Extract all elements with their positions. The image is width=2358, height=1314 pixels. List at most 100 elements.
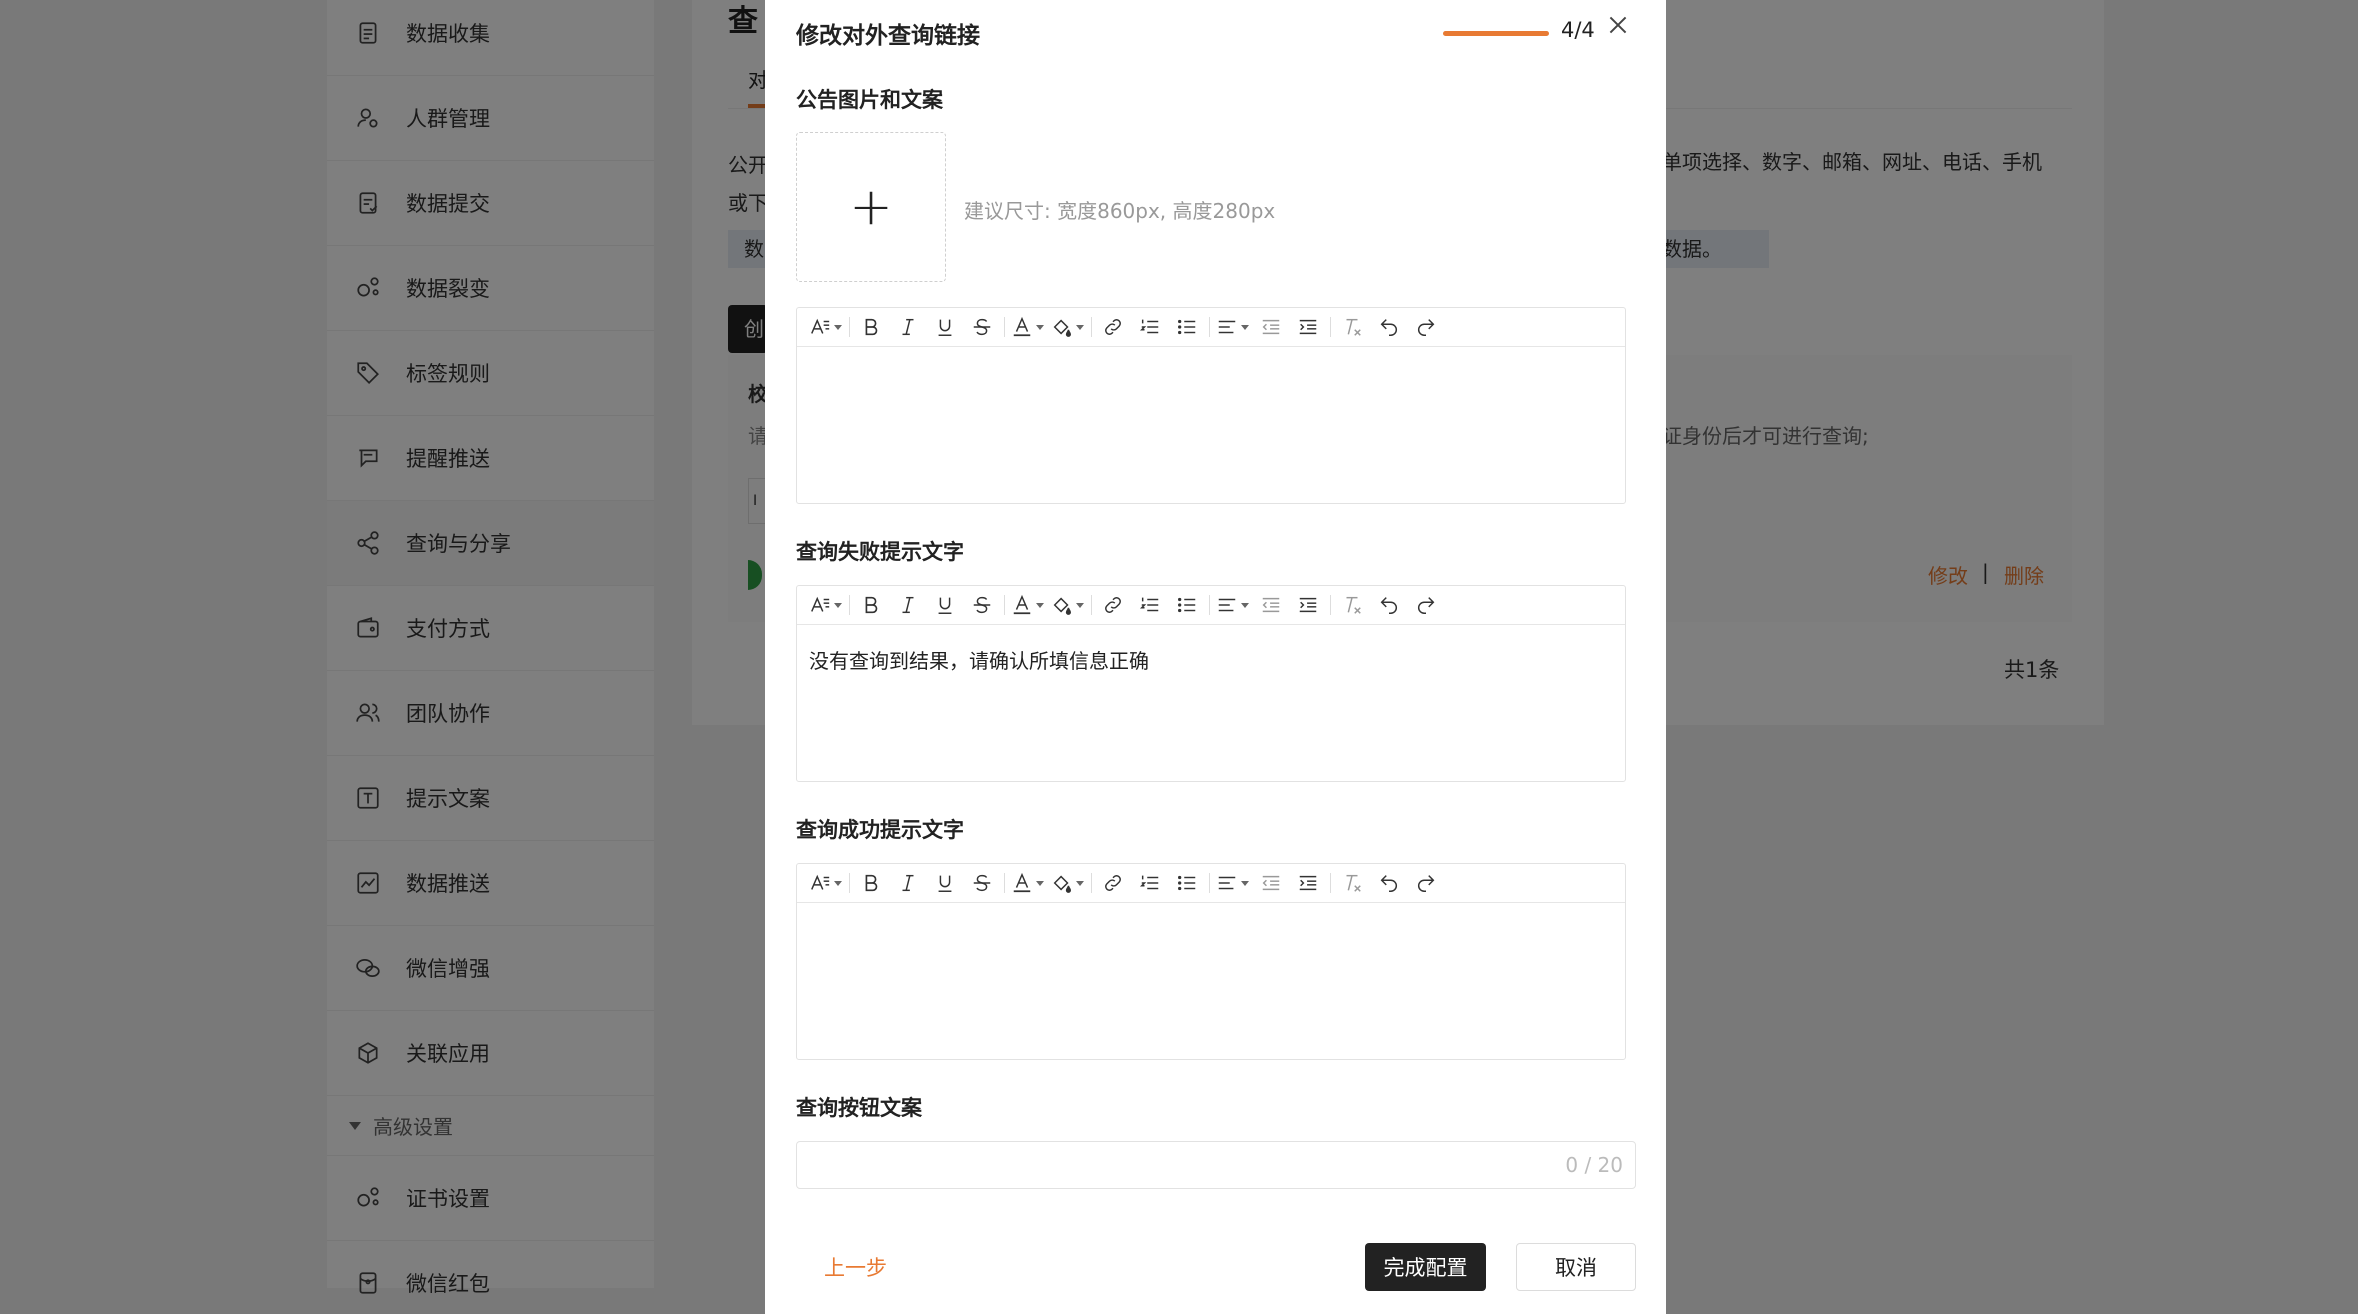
outdent-icon <box>1262 319 1280 335</box>
italic-icon <box>902 874 914 892</box>
bold-button[interactable] <box>856 590 886 620</box>
success-text-editor-body[interactable] <box>797 903 1625 1059</box>
strikethrough-button[interactable] <box>967 312 997 342</box>
indent-button[interactable] <box>1293 312 1323 342</box>
ordered-list-button[interactable] <box>1135 590 1165 620</box>
indent-button[interactable] <box>1293 868 1323 898</box>
italic-button[interactable] <box>893 590 923 620</box>
redo-button[interactable] <box>1411 868 1441 898</box>
ordered-list-icon <box>1139 319 1159 334</box>
bold-icon <box>865 596 878 614</box>
redo-button[interactable] <box>1411 312 1441 342</box>
dropdown-caret-icon <box>1036 880 1044 886</box>
dropdown-caret-icon <box>834 602 842 608</box>
section-button-label: 查询按钮文案 <box>796 1096 922 1120</box>
image-upload[interactable]: + <box>796 132 946 282</box>
cancel-button[interactable]: 取消 <box>1516 1243 1636 1291</box>
strikethrough-button[interactable] <box>967 590 997 620</box>
undo-button[interactable] <box>1374 590 1404 620</box>
toolbar-separator <box>1330 595 1331 615</box>
finish-config-button[interactable]: 完成配置 <box>1365 1243 1486 1291</box>
indent-icon <box>1299 597 1317 613</box>
align-left-icon <box>1218 320 1236 334</box>
button-text-input[interactable]: 0 / 20 <box>796 1141 1636 1189</box>
outdent-button[interactable] <box>1256 868 1286 898</box>
align-button[interactable] <box>1216 312 1249 342</box>
outdent-button[interactable] <box>1256 312 1286 342</box>
align-button[interactable] <box>1216 868 1249 898</box>
bold-button[interactable] <box>856 312 886 342</box>
align-button[interactable] <box>1216 590 1249 620</box>
dropdown-caret-icon <box>1076 602 1084 608</box>
strikethrough-button[interactable] <box>967 868 997 898</box>
bullet-list-button[interactable] <box>1172 868 1202 898</box>
font-size-button[interactable] <box>809 590 842 620</box>
announcement-editor <box>796 307 1626 504</box>
background-color-button[interactable] <box>1051 590 1084 620</box>
indent-button[interactable] <box>1293 590 1323 620</box>
editor-toolbar <box>797 308 1625 347</box>
fail-text-editor: 没有查询到结果，请确认所填信息正确 <box>796 585 1626 782</box>
bold-icon <box>865 874 878 892</box>
link-button[interactable] <box>1098 312 1128 342</box>
toolbar-separator <box>1209 873 1210 893</box>
clear-format-button[interactable] <box>1337 868 1367 898</box>
clear-format-button[interactable] <box>1337 312 1367 342</box>
indent-icon <box>1299 875 1317 891</box>
bullet-list-button[interactable] <box>1172 312 1202 342</box>
font-color-button[interactable] <box>1011 868 1044 898</box>
announcement-editor-body[interactable] <box>797 347 1625 503</box>
bullet-list-button[interactable] <box>1172 590 1202 620</box>
undo-button[interactable] <box>1374 312 1404 342</box>
bullet-list-icon <box>1178 597 1196 613</box>
section-announcement-label: 公告图片和文案 <box>796 88 943 112</box>
clear-format-icon <box>1346 318 1361 336</box>
fail-text-editor-body[interactable]: 没有查询到结果，请确认所填信息正确 <box>797 625 1625 781</box>
link-button[interactable] <box>1098 590 1128 620</box>
underline-icon <box>938 319 952 336</box>
background-color-button[interactable] <box>1051 312 1084 342</box>
undo-button[interactable] <box>1374 868 1404 898</box>
clear-format-icon <box>1346 874 1361 892</box>
background-color-button[interactable] <box>1051 868 1084 898</box>
toolbar-separator <box>1330 873 1331 893</box>
outdent-icon <box>1262 597 1280 613</box>
underline-button[interactable] <box>930 868 960 898</box>
ordered-list-button[interactable] <box>1135 312 1165 342</box>
strikethrough-icon <box>973 318 991 336</box>
outdent-icon <box>1262 875 1280 891</box>
undo-icon <box>1380 597 1397 614</box>
close-button[interactable] <box>1605 12 1631 38</box>
dropdown-caret-icon <box>1241 602 1249 608</box>
align-left-icon <box>1218 876 1236 890</box>
paint-bucket-icon <box>1053 319 1071 337</box>
toolbar-separator <box>849 317 850 337</box>
font-color-button[interactable] <box>1011 590 1044 620</box>
italic-button[interactable] <box>893 868 923 898</box>
font-color-icon <box>1013 316 1031 337</box>
ordered-list-button[interactable] <box>1135 868 1165 898</box>
prev-step-button[interactable]: 上一步 <box>824 1252 887 1282</box>
redo-button[interactable] <box>1411 590 1441 620</box>
italic-icon <box>902 596 914 614</box>
outdent-button[interactable] <box>1256 590 1286 620</box>
underline-icon <box>938 875 952 892</box>
strikethrough-icon <box>973 874 991 892</box>
toolbar-separator <box>1330 317 1331 337</box>
undo-icon <box>1380 319 1397 336</box>
indent-icon <box>1299 319 1317 335</box>
underline-icon <box>938 597 952 614</box>
toolbar-separator <box>1004 873 1005 893</box>
underline-button[interactable] <box>930 312 960 342</box>
italic-button[interactable] <box>893 312 923 342</box>
font-color-button[interactable] <box>1011 312 1044 342</box>
dropdown-caret-icon <box>1036 324 1044 330</box>
dropdown-caret-icon <box>1036 602 1044 608</box>
bold-button[interactable] <box>856 868 886 898</box>
clear-format-button[interactable] <box>1337 590 1367 620</box>
link-button[interactable] <box>1098 868 1128 898</box>
font-size-button[interactable] <box>809 312 842 342</box>
underline-button[interactable] <box>930 590 960 620</box>
font-color-icon <box>1013 594 1031 615</box>
font-size-button[interactable] <box>809 868 842 898</box>
